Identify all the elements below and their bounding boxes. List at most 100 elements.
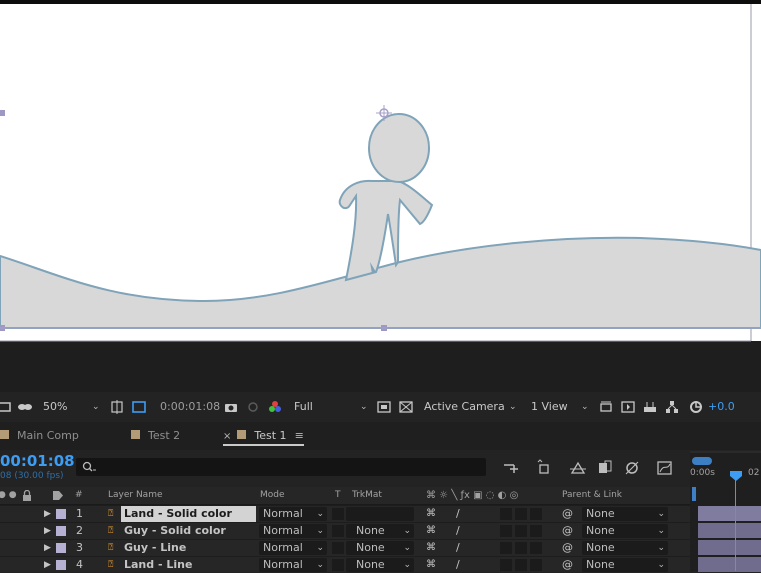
zoom-dropdown[interactable]: 50% <box>43 394 67 420</box>
chevron-down-icon[interactable]: ⌄ <box>360 394 368 420</box>
monitor-icon[interactable] <box>0 399 12 415</box>
layer-duration-bar[interactable] <box>698 540 761 555</box>
adjustment-layer-switch[interactable] <box>515 525 527 537</box>
preserve-transparency-toggle[interactable] <box>332 525 344 537</box>
table-row[interactable]: ▶ 3 ⍰ Guy - Line Normal ⌄ None ⌄ ⌘ / @ Non… <box>0 539 690 556</box>
transparency-grid-icon[interactable] <box>131 399 147 415</box>
chevron-down-icon: ⌄ <box>316 543 324 553</box>
tab-test-1[interactable]: × Test 1 ≡ <box>223 422 304 446</box>
layer-label-color[interactable] <box>56 509 66 519</box>
transparency-toggle-icon[interactable] <box>398 399 414 415</box>
resolution-dropdown[interactable]: Full <box>294 394 313 420</box>
playhead-line[interactable] <box>735 476 736 571</box>
timeline-track-area[interactable]: 0:00s 02 <box>690 451 761 572</box>
chevron-down-icon: ⌄ <box>316 526 324 536</box>
table-row[interactable]: ▶ 4 ⍰ Land - Line Normal ⌄ None ⌄ ⌘ / @ No… <box>0 556 690 572</box>
column-parent-link: Parent & Link <box>562 490 622 500</box>
layer-search-input[interactable] <box>76 458 486 476</box>
blend-mode-dropdown[interactable]: Normal ⌄ <box>259 541 327 555</box>
quality-switch-icon[interactable]: / <box>456 540 460 556</box>
track-matte-dropdown[interactable]: None ⌄ <box>346 541 414 555</box>
parent-dropdown[interactable]: None ⌄ <box>582 541 668 555</box>
expand-triangle-icon[interactable]: ▶ <box>44 540 51 556</box>
parent-dropdown[interactable]: None ⌄ <box>582 524 668 538</box>
motion-blur-switch[interactable] <box>500 508 512 520</box>
layer-label-color[interactable] <box>56 526 66 536</box>
layer-duration-bar[interactable] <box>698 557 761 572</box>
parent-dropdown[interactable]: None ⌄ <box>582 507 668 521</box>
chevron-down-icon[interactable]: ⌄ <box>509 394 517 420</box>
quality-switch-icon[interactable]: / <box>456 523 460 539</box>
blend-mode-dropdown[interactable]: Normal ⌄ <box>259 507 327 521</box>
composition-artwork[interactable] <box>0 0 761 392</box>
tab-test-2[interactable]: Test 2 <box>131 422 180 450</box>
mask-visibility-icon[interactable] <box>17 399 33 415</box>
track-matte-value: None <box>356 541 385 554</box>
pick-whip-icon[interactable]: @ <box>562 540 573 556</box>
playhead-icon[interactable] <box>729 470 743 482</box>
expand-triangle-icon[interactable]: ▶ <box>44 506 51 522</box>
close-icon[interactable]: × <box>223 431 231 442</box>
camera-dropdown[interactable]: Active Camera <box>424 394 505 420</box>
fast-preview-icon[interactable] <box>376 399 392 415</box>
preserve-transparency-toggle[interactable] <box>332 508 344 520</box>
adjustment-layer-switch[interactable] <box>515 542 527 554</box>
current-time-display[interactable]: 0:00:01:08 <box>160 394 220 420</box>
layer-name[interactable]: Land - Solid color <box>121 506 256 522</box>
layer-name[interactable]: Guy - Solid color <box>124 523 226 539</box>
view-layout-dropdown[interactable]: 1 View <box>531 394 568 420</box>
preserve-transparency-toggle[interactable] <box>332 559 344 571</box>
motion-blur-switch[interactable] <box>500 525 512 537</box>
column-layer-name[interactable]: Layer Name <box>108 487 163 504</box>
exposure-value[interactable]: +0.0 <box>708 394 735 420</box>
layer-label-color[interactable] <box>56 560 66 570</box>
channel-rgb-icon[interactable] <box>267 399 283 415</box>
track-matte-dropdown[interactable] <box>346 507 414 521</box>
tab-main-comp[interactable]: Main Comp <box>0 422 79 450</box>
track-matte-dropdown[interactable]: None ⌄ <box>346 558 414 572</box>
pixel-aspect-icon[interactable] <box>598 399 614 415</box>
3d-layer-switch[interactable] <box>530 508 542 520</box>
track-matte-dropdown[interactable]: None ⌄ <box>346 524 414 538</box>
3d-layer-switch[interactable] <box>530 559 542 571</box>
table-row[interactable]: ▶ 2 ⍰ Guy - Solid color Normal ⌄ None ⌄ ⌘ … <box>0 522 690 539</box>
timeline-current-time[interactable]: 00:01:08 <box>0 452 75 470</box>
reset-exposure-icon[interactable] <box>688 399 704 415</box>
pick-whip-icon[interactable]: @ <box>562 523 573 539</box>
shy-switch-icon[interactable]: ⌘ <box>426 506 436 522</box>
chevron-down-icon[interactable]: ⌄ <box>581 394 589 420</box>
tab-label: Test 1 <box>254 429 287 442</box>
track-matte-value: None <box>356 524 385 537</box>
blend-mode-dropdown[interactable]: Normal ⌄ <box>259 524 327 538</box>
timeline-flow-icon[interactable] <box>642 399 658 415</box>
parent-dropdown[interactable]: None ⌄ <box>582 558 668 572</box>
flowchart-icon[interactable] <box>664 399 680 415</box>
camera-snapshot-icon[interactable] <box>223 399 239 415</box>
quality-switch-icon[interactable]: / <box>456 506 460 522</box>
chevron-down-icon[interactable]: ⌄ <box>92 394 100 420</box>
layer-name[interactable]: Guy - Line <box>124 540 186 556</box>
panel-menu-icon[interactable]: ≡ <box>295 429 304 442</box>
shy-switch-icon[interactable]: ⌘ <box>426 523 436 539</box>
pick-whip-icon[interactable]: @ <box>562 506 573 522</box>
layer-duration-bar[interactable] <box>698 523 761 538</box>
3d-layer-switch[interactable] <box>530 525 542 537</box>
show-snapshot-icon[interactable] <box>245 399 261 415</box>
region-of-interest-icon[interactable] <box>109 399 125 415</box>
motion-blur-switch[interactable] <box>500 559 512 571</box>
shy-switch-icon[interactable]: ⌘ <box>426 540 436 556</box>
adjustment-layer-switch[interactable] <box>515 559 527 571</box>
table-row[interactable]: ▶ 1 ⍰ Land - Solid color Normal ⌄ ⌘ / @ N… <box>0 505 690 522</box>
motion-blur-switch[interactable] <box>500 542 512 554</box>
preserve-transparency-toggle[interactable] <box>332 542 344 554</box>
render-preview-icon[interactable] <box>620 399 636 415</box>
timeline-switches <box>504 459 672 475</box>
adjustment-layer-switch[interactable] <box>515 508 527 520</box>
layer-duration-bar[interactable] <box>698 506 761 521</box>
work-area-bar[interactable] <box>692 457 712 465</box>
work-area-start-marker[interactable] <box>692 487 696 501</box>
expand-triangle-icon[interactable]: ▶ <box>44 523 51 539</box>
blend-mode-dropdown[interactable]: Normal ⌄ <box>259 558 327 572</box>
3d-layer-switch[interactable] <box>530 542 542 554</box>
layer-label-color[interactable] <box>56 543 66 553</box>
